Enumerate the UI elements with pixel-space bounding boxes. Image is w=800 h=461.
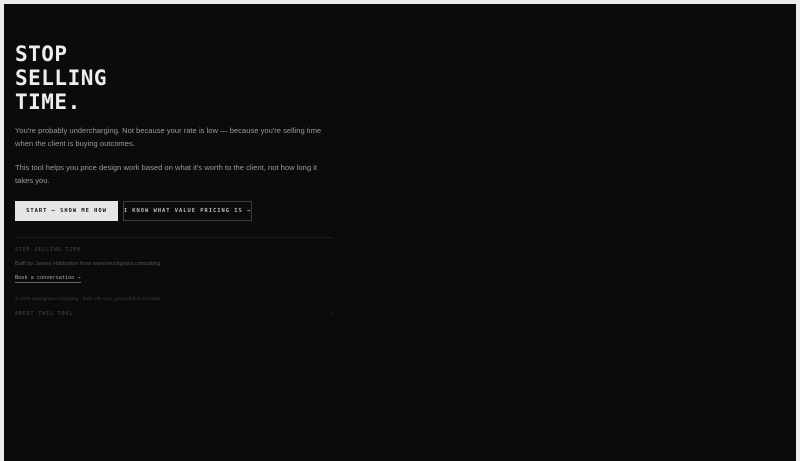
know-value-pricing-button[interactable]: I KNOW WHAT VALUE PRICING IS → bbox=[123, 201, 252, 221]
footer-brand: STOP SELLING TIME bbox=[15, 248, 82, 253]
chevron-right-icon: › bbox=[329, 310, 333, 317]
page-title: STOP SELLING TIME. bbox=[15, 42, 215, 114]
intro-paragraph-2: This tool helps you price design work ba… bbox=[15, 163, 317, 185]
footer-credit: Built by James Haliburton from www.touch… bbox=[15, 261, 161, 267]
page-frame: STOP SELLING TIME. You're probably under… bbox=[4, 4, 796, 461]
book-conversation-link[interactable]: Book a conversation → bbox=[15, 275, 81, 283]
about-label: ABOUT THIS TOOL bbox=[15, 311, 74, 317]
footer-copyright: © 2026 touchgrass.consulting · Built wit… bbox=[15, 297, 162, 302]
start-button[interactable]: START — SHOW ME HOW bbox=[15, 201, 118, 221]
footer-divider bbox=[15, 237, 333, 238]
title-line-3: TIME. bbox=[15, 90, 81, 114]
about-this-tool-toggle[interactable]: ABOUT THIS TOOL › bbox=[15, 310, 333, 318]
title-line-1: STOP bbox=[15, 42, 68, 66]
intro-paragraph-1: You're probably undercharging. Not becau… bbox=[15, 126, 322, 148]
title-line-2: SELLING bbox=[15, 66, 108, 90]
